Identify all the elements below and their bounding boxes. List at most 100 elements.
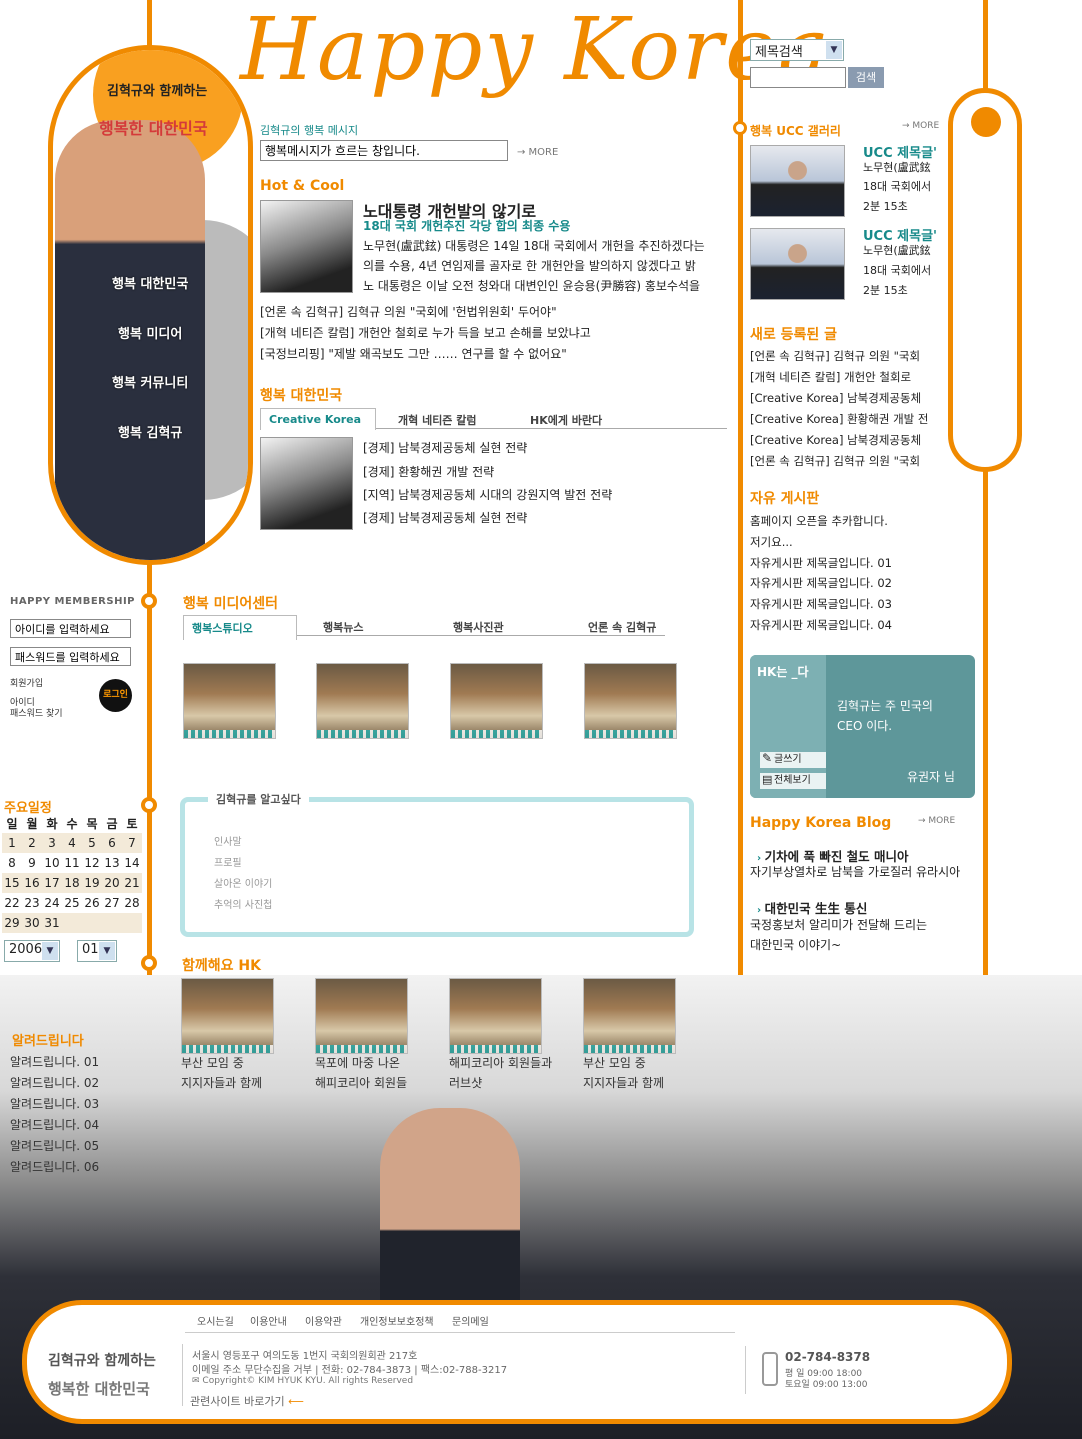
notice-item[interactable]: 알려드립니다. 06 <box>10 1157 99 1177</box>
id-input[interactable] <box>10 619 131 638</box>
site-logo[interactable]: Happy Korea <box>240 0 831 100</box>
join-link[interactable]: 회원가입 <box>10 676 43 689</box>
know-item-4[interactable]: 추억의 사진첩 <box>214 896 272 911</box>
new-post-item[interactable]: [언론 속 김혁규] 김혁규 의원 "국회 <box>750 346 941 366</box>
cal-date[interactable]: 10 <box>42 853 62 873</box>
cal-date[interactable]: 29 <box>2 913 22 933</box>
together-thumb[interactable] <box>315 978 408 1054</box>
notice-item[interactable]: 알려드립니다. 02 <box>10 1073 99 1093</box>
together-thumb[interactable] <box>583 978 676 1054</box>
cal-date[interactable]: 1 <box>2 833 22 853</box>
hot-link-2[interactable]: [개혁 네티즌 칼럼] 개헌안 철회로 누가 득을 보고 손해를 보았냐고 <box>260 323 730 343</box>
cal-date[interactable]: 22 <box>2 893 22 913</box>
cal-date[interactable]: 26 <box>82 893 102 913</box>
together-caption[interactable]: 부산 모임 중 <box>583 1053 646 1073</box>
cal-date[interactable]: 4 <box>62 833 82 853</box>
password-input[interactable] <box>10 647 131 666</box>
hk-item-4[interactable]: [경제] 남북경제공동체 실현 전략 <box>363 508 527 528</box>
ucc-thumb[interactable] <box>750 145 845 217</box>
cal-date[interactable]: 17 <box>42 873 62 893</box>
cal-date[interactable]: 2 <box>22 833 42 853</box>
media-thumb[interactable] <box>316 663 409 739</box>
new-post-item[interactable]: [Creative Korea] 환황해권 개발 전 <box>750 409 941 429</box>
hot-photo[interactable] <box>260 200 353 293</box>
know-item-3[interactable]: 살아온 이야기 <box>214 875 272 890</box>
tab-netizen-column[interactable]: 개혁 네티즌 칼럼 <box>398 412 477 428</box>
message-more[interactable]: → MORE <box>517 147 558 158</box>
tab-to-hk[interactable]: HK에게 바란다 <box>530 412 602 428</box>
hk-item-1[interactable]: [경제] 남북경제공동체 실현 전략 <box>363 438 527 458</box>
tab-press-kim[interactable]: 언론 속 김혁규 <box>588 619 656 635</box>
board-item[interactable]: 자유게시판 제목글입니다. 04 <box>750 615 940 635</box>
cal-date[interactable]: 31 <box>42 913 62 933</box>
cal-date[interactable]: 15 <box>2 873 22 893</box>
together-thumb[interactable] <box>449 978 542 1054</box>
board-item[interactable]: 홈페이지 오픈을 추카합니다. <box>750 511 940 531</box>
hk-write-button[interactable]: ✎ 글쓰기 <box>760 751 826 768</box>
together-caption[interactable]: 지지자들과 함께 <box>583 1073 664 1093</box>
cal-date[interactable]: 9 <box>22 853 42 873</box>
cal-date[interactable]: 3 <box>42 833 62 853</box>
year-select[interactable]: 2006 ▼ <box>4 940 60 962</box>
tab-happy-studio[interactable]: 행복스튜디오 <box>183 615 297 640</box>
cal-date[interactable] <box>62 913 82 933</box>
board-item[interactable]: 자유게시판 제목글입니다. 02 <box>750 573 940 593</box>
board-item[interactable]: 자유게시판 제목글입니다. 01 <box>750 553 940 573</box>
cal-date[interactable]: 30 <box>22 913 42 933</box>
media-thumb[interactable] <box>183 663 276 739</box>
cal-date[interactable]: 21 <box>122 873 142 893</box>
cal-date[interactable]: 28 <box>122 893 142 913</box>
cal-date[interactable]: 25 <box>62 893 82 913</box>
cal-date[interactable] <box>82 913 102 933</box>
menu-happy-community[interactable]: 행복 커뮤니티 <box>112 372 188 391</box>
hot-link-1[interactable]: [언론 속 김혁규] 김혁규 의원 "국회에 '헌법위원회' 두어야" <box>260 302 730 322</box>
notice-item[interactable]: 알려드립니다. 03 <box>10 1094 99 1114</box>
tab-happy-photo[interactable]: 행복사진관 <box>453 619 504 635</box>
cal-date[interactable]: 20 <box>102 873 122 893</box>
footer-link-guide[interactable]: 이용안내 <box>250 1313 287 1328</box>
tab-creative-korea[interactable]: Creative Korea <box>260 408 376 430</box>
ucc-thumb[interactable] <box>750 228 845 300</box>
footer-link-terms[interactable]: 이용약관 <box>305 1313 342 1328</box>
hk-item-2[interactable]: [경제] 환황해권 개발 전략 <box>363 462 494 482</box>
login-button[interactable]: 로그인 <box>99 679 132 712</box>
footer-link-contact[interactable]: 문의메일 <box>452 1313 489 1328</box>
ucc-more[interactable]: → MORE <box>902 121 939 131</box>
cal-date[interactable] <box>102 913 122 933</box>
blog-more[interactable]: → MORE <box>918 816 955 826</box>
cal-date[interactable]: 18 <box>62 873 82 893</box>
month-select[interactable]: 01 ▼ <box>77 940 117 962</box>
hk-item-3[interactable]: [지역] 남북경제공동체 시대의 강원지역 발전 전략 <box>363 485 612 505</box>
together-caption[interactable]: 해피코리아 회원들과 <box>449 1053 552 1073</box>
menu-happy-korea[interactable]: 행복 대한민국 <box>112 273 188 292</box>
cal-date[interactable]: 5 <box>82 833 102 853</box>
menu-happy-media[interactable]: 행복 미디어 <box>118 323 182 342</box>
cal-date[interactable]: 16 <box>22 873 42 893</box>
know-item-2[interactable]: 프로필 <box>214 854 242 869</box>
search-input[interactable] <box>750 67 846 88</box>
cal-date[interactable]: 23 <box>22 893 42 913</box>
notice-item[interactable]: 알려드립니다. 05 <box>10 1136 99 1156</box>
cal-date[interactable]: 12 <box>82 853 102 873</box>
cal-date[interactable] <box>122 913 142 933</box>
cal-date[interactable]: 19 <box>82 873 102 893</box>
together-caption[interactable]: 부산 모임 중 <box>181 1053 244 1073</box>
together-caption[interactable]: 지지자들과 함께 <box>181 1073 262 1093</box>
new-post-item[interactable]: [언론 속 김혁규] 김혁규 의원 "국회 <box>750 451 941 471</box>
board-item[interactable]: 저기요... <box>750 532 940 552</box>
together-caption[interactable]: 러브샷 <box>449 1073 482 1093</box>
cal-date[interactable]: 6 <box>102 833 122 853</box>
footer-link-privacy[interactable]: 개인정보보호정책 <box>360 1313 434 1328</box>
hot-link-3[interactable]: [국정브리핑] "제발 왜곡보도 그만 …… 연구를 할 수 없어요" <box>260 344 730 364</box>
together-caption[interactable]: 목포에 마중 나온 <box>315 1053 400 1073</box>
cal-date[interactable]: 11 <box>62 853 82 873</box>
cal-date[interactable]: 14 <box>122 853 142 873</box>
happy-korea-photo[interactable] <box>260 437 353 530</box>
find-pw-link[interactable]: 패스워드 찾기 <box>10 706 63 719</box>
know-item-1[interactable]: 인사말 <box>214 833 242 848</box>
menu-happy-kim[interactable]: 행복 김혁규 <box>118 422 182 441</box>
cal-date[interactable]: 8 <box>2 853 22 873</box>
together-caption[interactable]: 해피코리아 회원들 <box>315 1073 407 1093</box>
media-thumb[interactable] <box>584 663 677 739</box>
media-thumb[interactable] <box>450 663 543 739</box>
